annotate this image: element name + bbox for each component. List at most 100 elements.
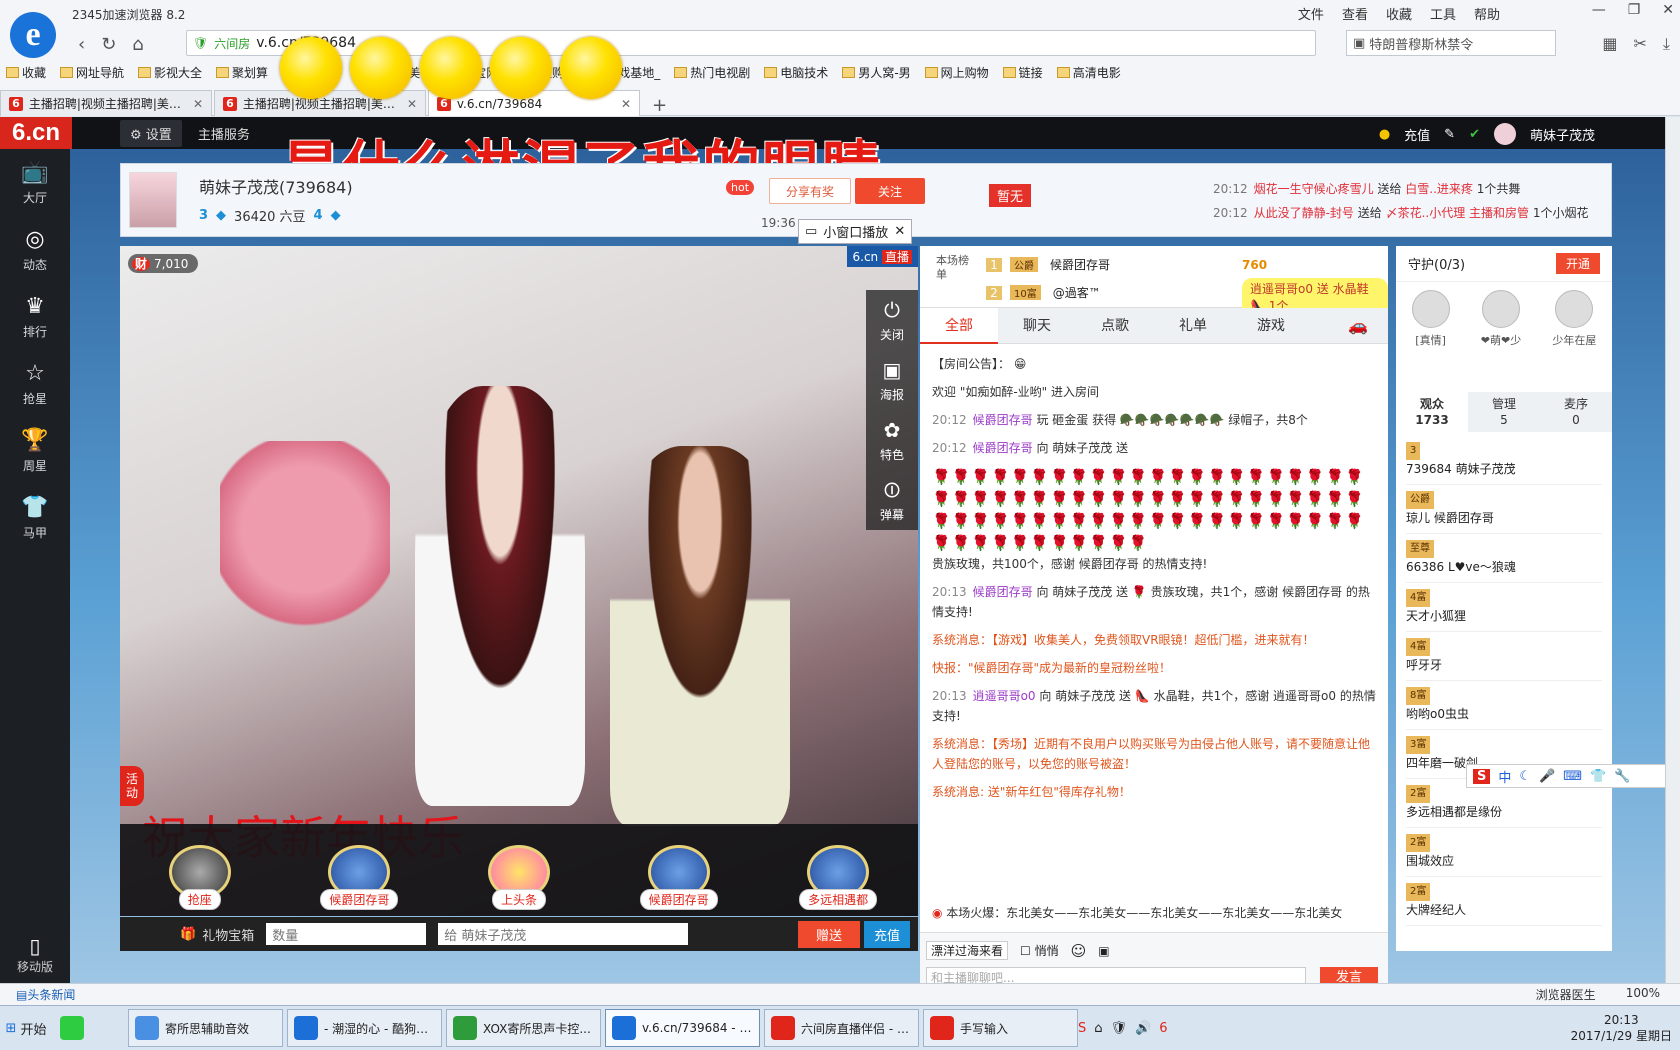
viewer-row[interactable]: 4富 呼牙牙 (1406, 632, 1602, 681)
ime-logo[interactable]: S (1473, 768, 1491, 784)
zoom-level[interactable]: 100% (1626, 986, 1660, 1003)
sidebar-item-5[interactable]: 🏆 周星 (0, 417, 70, 484)
mobile-version-link[interactable]: ▯ 移动版 (0, 934, 70, 975)
shield-tray-icon[interactable]: 🛡 (1111, 1021, 1128, 1036)
site-logo[interactable]: 6.cn (0, 117, 72, 149)
sidebar-item-1[interactable]: 📺 大厅 (0, 149, 70, 216)
seat-2[interactable]: 候爵团存哥 (311, 830, 407, 910)
taskbar-item-6[interactable]: 手写输入 (923, 1009, 1078, 1047)
page-scrollbar[interactable] (1665, 117, 1680, 987)
moon-icon[interactable]: ☾ (1519, 769, 1531, 784)
menu-file[interactable]: 文件 (1298, 4, 1324, 23)
search-engine-icon[interactable]: ▣ (1353, 36, 1365, 51)
close-tab-icon[interactable]: ✕ (621, 97, 631, 111)
close-window-icon[interactable]: ✕ (1662, 2, 1674, 18)
taskbar-item-2[interactable]: - 潮湿的心 - 酷狗音... (287, 1009, 442, 1047)
guard-avatar[interactable]: [真情] (1411, 290, 1450, 354)
follow-button[interactable]: 关注 (855, 178, 925, 204)
menu-tools[interactable]: 工具 (1430, 4, 1456, 23)
home-icon[interactable]: ⌂ (132, 34, 143, 55)
tab-all[interactable]: 全部 (920, 307, 998, 344)
sidebar-item-2[interactable]: ◎ 动态 (0, 216, 70, 283)
anchor-service-link[interactable]: 主播服务 (198, 124, 250, 143)
host-avatar[interactable] (129, 172, 177, 228)
tab-mic-queue[interactable]: 麦序 0 (1540, 392, 1612, 432)
taskbar-item-4[interactable]: v.6.cn/739684 - 2... (605, 1009, 760, 1047)
tab-song[interactable]: 点歌 (1076, 308, 1154, 344)
ime-language[interactable]: 中 (1498, 767, 1511, 786)
browser-doctor[interactable]: 浏览器医生 (1536, 986, 1596, 1003)
bookmark-item[interactable]: 网上购物 (924, 64, 989, 81)
six-cn-tray-icon[interactable]: 6 (1159, 1021, 1167, 1036)
sogou-tray-icon[interactable]: S (1078, 1021, 1086, 1036)
guard-avatar[interactable]: ❤萌❤少 (1481, 290, 1521, 354)
tab-admins[interactable]: 管理 5 (1468, 392, 1540, 432)
video-tool-2[interactable]: ▣ 海报 (866, 350, 918, 410)
video-tool-4[interactable]: ⏼ 弹幕 (866, 470, 918, 530)
headline-news-link[interactable]: 头条新闻 (27, 986, 75, 1003)
viewer-row[interactable]: 3 739684 萌妹子茂茂 (1406, 436, 1602, 485)
clock[interactable]: 20:13 2017/1/29 星期日 (1571, 1012, 1680, 1044)
user-avatar[interactable] (1493, 123, 1516, 145)
bookmark-item[interactable]: 高清电影 (1056, 64, 1121, 81)
network-icon[interactable]: ⌂ (1094, 1021, 1102, 1036)
minimize-icon[interactable]: — (1592, 2, 1606, 18)
seat-5[interactable]: 多远相遇都 (790, 830, 886, 910)
start-button[interactable]: ⊞ 开始 (0, 1009, 52, 1047)
volume-icon[interactable]: 🔊 (1135, 1021, 1151, 1036)
back-icon[interactable]: ‹ (78, 34, 85, 55)
recharge-link[interactable]: 充值 (1404, 125, 1430, 144)
open-guard-button[interactable]: 开通 (1555, 253, 1600, 274)
refresh-icon[interactable]: ↻ (101, 34, 116, 55)
seat-4[interactable]: 候爵团存哥 (631, 830, 727, 910)
gift-to[interactable]: 白雪..进来疼 (1405, 182, 1473, 196)
menu-favorites[interactable]: 收藏 (1386, 4, 1412, 23)
viewer-row[interactable]: 2富 大牌经纪人 (1406, 877, 1602, 926)
close-icon[interactable]: ✕ (894, 224, 905, 239)
bookmark-item[interactable]: 收藏 (6, 64, 46, 81)
message-user[interactable]: 逍遥哥哥o0 (973, 689, 1036, 703)
whisper-checkbox[interactable]: ☐ 悄悄 (1020, 942, 1059, 959)
tab-chat[interactable]: 聊天 (998, 308, 1076, 344)
scissors-icon[interactable]: ✂ (1634, 34, 1647, 54)
bookmark-item[interactable]: 影视大全 (138, 64, 202, 81)
gift-from[interactable]: 从此没了静静-封号 (1254, 206, 1354, 220)
message-user[interactable]: 候爵团存哥 (973, 413, 1033, 427)
video-player[interactable]: 财7,010 6.cn 直播 ⏻关闭▣海报✿特色⏼弹幕 活动 祝大家新年快乐 抢… (120, 246, 918, 916)
sidebar-item-3[interactable]: ♛ 排行 (0, 283, 70, 350)
taskbar-item-5[interactable]: 六间房直播伴侣 - 4.... (764, 1009, 919, 1047)
video-tool-1[interactable]: ⏻ 关闭 (866, 290, 918, 350)
rank-row-2[interactable]: 210富@過客™500 (986, 284, 1267, 301)
restore-icon[interactable]: ❐ (1628, 2, 1641, 18)
bookmark-item[interactable]: 男人窝-男 (842, 64, 911, 81)
sidebar-item-4[interactable]: ☆ 抢星 (0, 350, 70, 417)
taskbar-item-1[interactable]: 寄所思辅助音效 (128, 1009, 283, 1047)
gift-from[interactable]: 烟花一生守候心疼雪儿 (1254, 182, 1374, 196)
search-input[interactable]: ▣ 特朗普穆斯林禁令 (1346, 30, 1556, 56)
bookmark-item[interactable]: 电脑技术 (764, 64, 828, 81)
seat-3[interactable]: 上头条 (471, 830, 567, 910)
shirt-icon[interactable]: 👕 (1590, 769, 1606, 784)
grid-icon[interactable]: ▦ (1602, 34, 1617, 54)
close-tab-icon[interactable]: ✕ (193, 97, 203, 111)
viewer-row[interactable]: 2富 围城效应 (1406, 828, 1602, 877)
wrench-icon[interactable]: 🔧 (1614, 769, 1630, 784)
image-icon[interactable]: ▣ (1098, 944, 1109, 958)
guard-avatar[interactable]: 少年在屋 (1552, 290, 1596, 354)
viewer-row[interactable]: 至尊 66386 L♥ve〜狼魂 (1406, 534, 1602, 583)
username[interactable]: 萌妹子茂茂 (1530, 125, 1595, 144)
iqiyi-icon[interactable] (60, 1016, 84, 1040)
new-tab-icon[interactable]: + (642, 95, 677, 116)
download-icon[interactable]: ⤓ (1663, 34, 1670, 54)
recipient-select[interactable]: 给 萌妹子茂茂 (438, 923, 689, 945)
mini-window-button[interactable]: ▭ 小窗口播放 ✕ (798, 219, 913, 244)
tab-games[interactable]: 游戏 (1232, 308, 1310, 344)
car-icon[interactable]: 🚗 (1348, 316, 1368, 335)
edit-icon[interactable]: ✎ (1444, 127, 1455, 142)
share-button[interactable]: 分享有奖 (769, 178, 851, 204)
recharge-button[interactable]: 充值 (863, 920, 910, 948)
quantity-input[interactable]: 数量 (266, 923, 427, 945)
bookmark-item[interactable]: 链接 (1002, 64, 1043, 81)
viewer-row[interactable]: 8富 哟哟o0虫虫 (1406, 681, 1602, 730)
bookmark-item[interactable]: 聚划算 (216, 64, 268, 81)
